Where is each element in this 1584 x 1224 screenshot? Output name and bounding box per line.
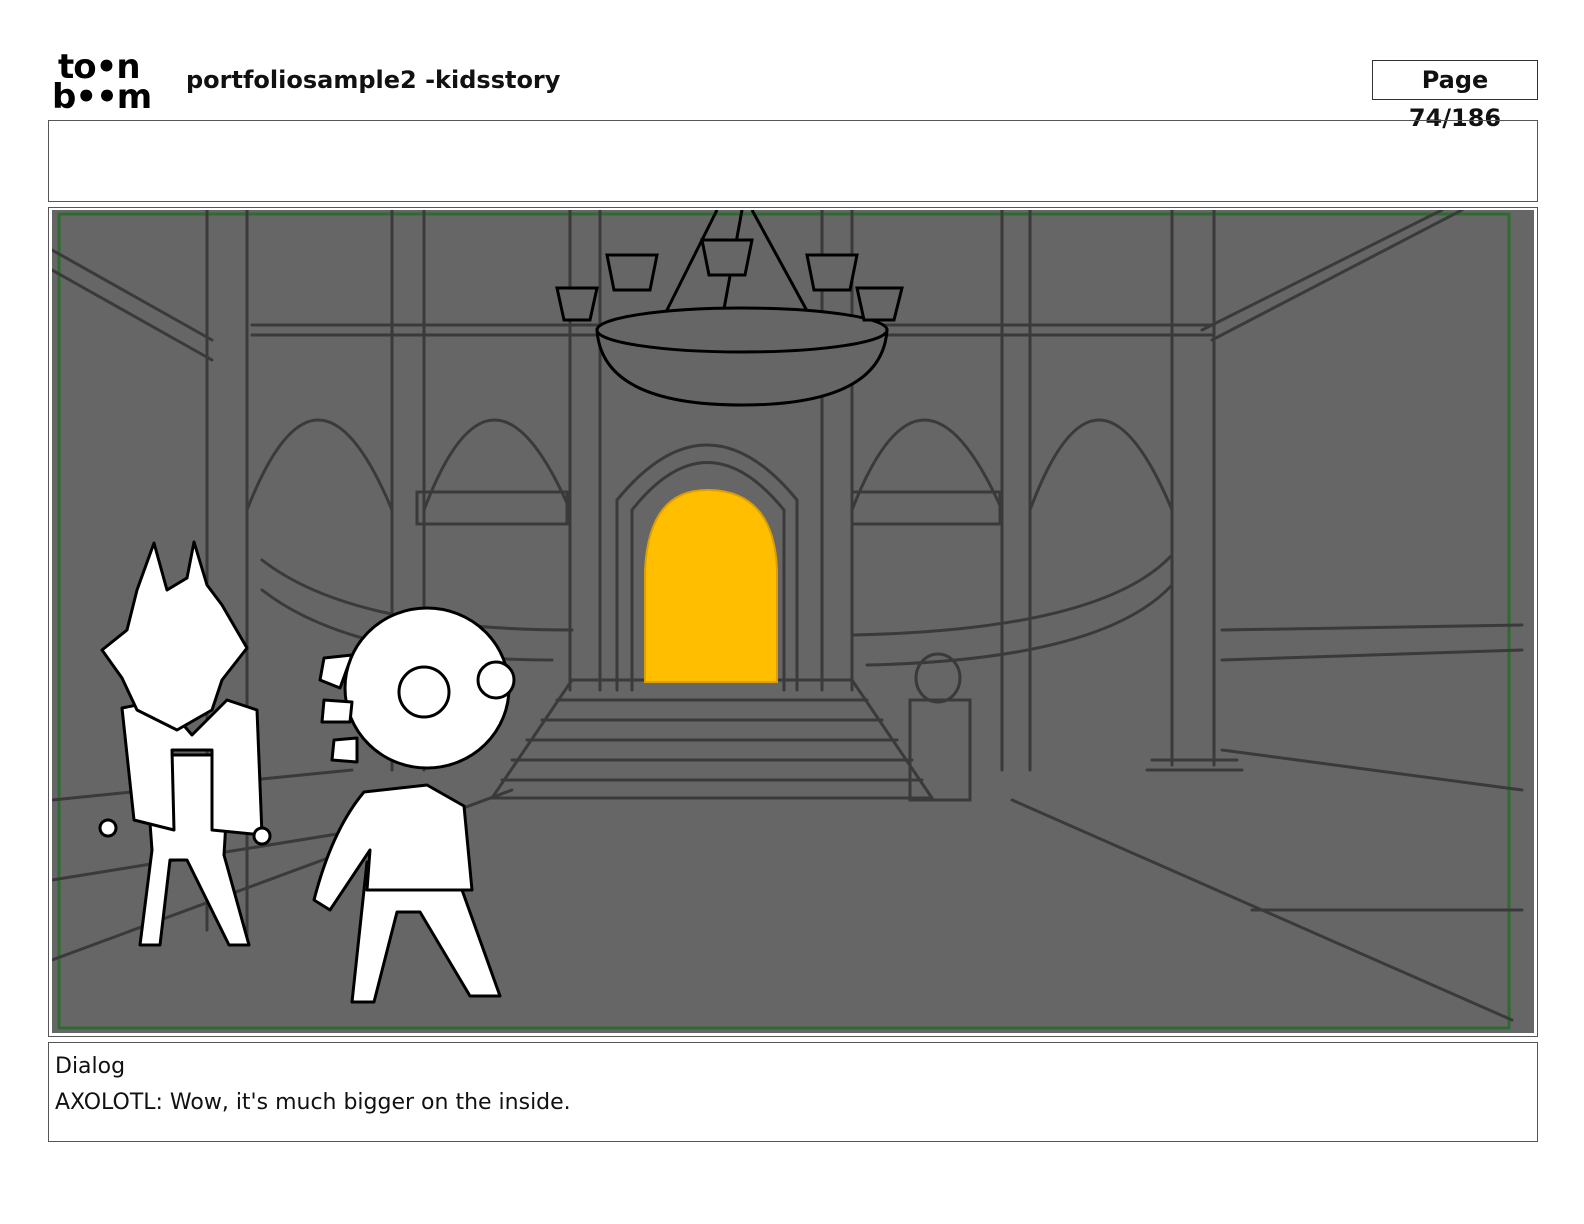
glowing-doorway — [644, 488, 778, 683]
toonboom-logo: to•n b••m — [52, 50, 164, 117]
logo-line-2: b••m — [52, 77, 152, 117]
document-title: portfoliosample2 -kidsstory — [186, 66, 561, 94]
page-label: Page — [1421, 66, 1489, 94]
dialog-heading: Dialog — [55, 1054, 126, 1079]
notes-box — [48, 120, 1538, 202]
dialog-text: AXOLOTL: Wow, it's much bigger on the in… — [55, 1090, 571, 1115]
page-indicator: Page 74/186 — [1372, 60, 1538, 132]
storyboard-panel — [52, 210, 1534, 1033]
dialog-box: Dialog AXOLOTL: Wow, it's much bigger on… — [48, 1042, 1538, 1142]
